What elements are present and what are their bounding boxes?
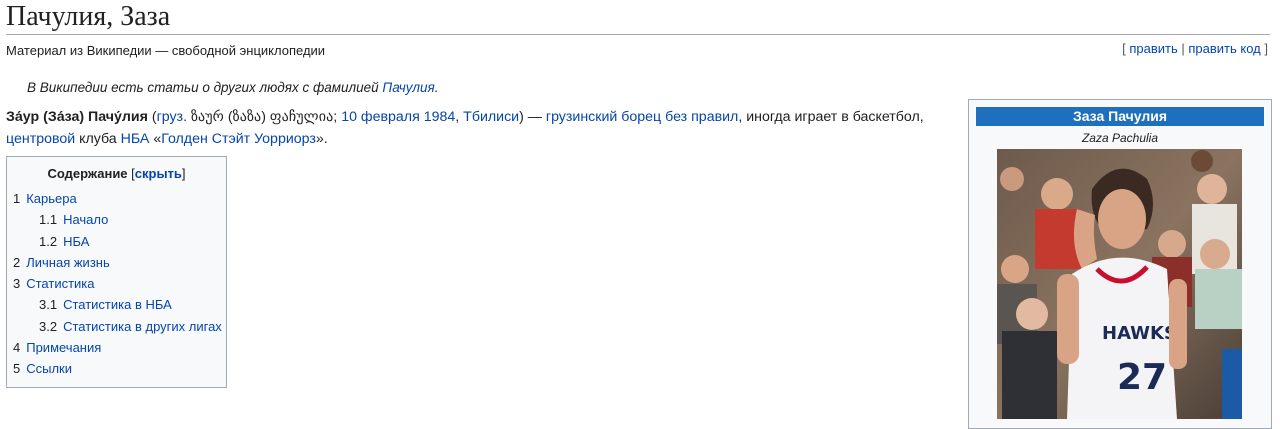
toc-item-number: 3 <box>13 276 21 292</box>
toc-item[interactable]: 1 Карьера <box>7 188 226 209</box>
table-of-contents: Содержание [скрыть] 1 Карьера 1.1 Начало 1.2… <box>6 156 227 388</box>
jersey-team-text: HAWKS <box>1102 323 1177 344</box>
league-link[interactable]: НБА <box>121 131 150 147</box>
jersey-number-text: 27 <box>1117 357 1167 398</box>
toc-item-number: 4 <box>13 340 21 356</box>
toc-item-link[interactable]: Ссылки <box>26 361 72 376</box>
hatnote-surname-link[interactable]: Пачулия <box>382 80 434 95</box>
player-photo-illustration: HAWKS 27 <box>997 149 1242 419</box>
toc-item[interactable]: 2 Личная жизнь <box>7 252 226 273</box>
toc-item-number: 5 <box>13 361 21 377</box>
site-tagline: Материал из Википедии — свободной энцикл… <box>6 43 326 58</box>
toc-title: Содержание <box>47 166 128 181</box>
toc-item-link[interactable]: Личная жизнь <box>26 255 110 270</box>
toc-header: Содержание [скрыть] <box>47 166 186 181</box>
team-link[interactable]: Голден Стэйт Уорриорз <box>161 131 316 147</box>
page-title: Пачулия, Заза <box>6 0 1270 35</box>
occupation-link[interactable]: грузинский борец без правил <box>546 109 738 125</box>
toc-item[interactable]: 3 Статистика <box>7 273 226 294</box>
player-photo[interactable]: HAWKS 27 <box>997 149 1242 419</box>
toc-item[interactable]: 1.1 Начало <box>7 209 226 230</box>
toc-item-link[interactable]: Статистика <box>26 276 94 291</box>
infobox-title: Заза Пачулия <box>976 107 1264 126</box>
toc-item-link[interactable]: Статистика в НБА <box>63 297 172 312</box>
toc-item-number: 1.1 <box>39 212 58 228</box>
toc-item[interactable]: 5 Ссылки <box>7 358 226 379</box>
lead-paragraph: За́ур (За́за) Пачу́лия (груз. ზაურ (ზაზა… <box>6 109 924 147</box>
toc-item-link[interactable]: Начало <box>63 212 108 227</box>
toc-item-number: 3.1 <box>39 297 58 313</box>
georgian-lang-link[interactable]: груз. <box>157 109 187 125</box>
toc-item-link[interactable]: Карьера <box>26 191 77 206</box>
toc-item[interactable]: 3.1 Статистика в НБА <box>7 294 226 315</box>
toc-hide-toggle[interactable]: скрыть <box>135 166 182 181</box>
edit-source-link[interactable]: править код <box>1188 41 1260 56</box>
edit-link[interactable]: править <box>1129 41 1177 56</box>
toc-item-link[interactable]: НБА <box>63 234 89 249</box>
toc-item-number: 1 <box>13 191 21 206</box>
position-link[interactable]: центровой <box>6 131 75 147</box>
subject-name: За́ур (За́за) Пачу́лия <box>6 109 148 125</box>
toc-item[interactable]: 1.2 НБА <box>7 231 226 252</box>
hatnote: В Википедии есть статьи о других людях с… <box>27 80 439 95</box>
edit-links: [ править | править код ] <box>1122 41 1268 56</box>
toc-item-number: 3.2 <box>39 318 58 334</box>
toc-item-link[interactable]: Статистика в других лигах <box>63 319 222 334</box>
birth-city-link[interactable]: Тбилиси <box>463 109 519 125</box>
birth-date-link[interactable]: 10 февраля 1984 <box>341 109 455 125</box>
toc-item-number: 2 <box>13 254 21 270</box>
toc-item[interactable]: 4 Примечания <box>7 337 226 358</box>
toc-item[interactable]: 3.2 Статистика в других лигах <box>7 316 226 337</box>
georgian-name: ზაურ (ზაზა) ფაჩულია <box>187 109 334 125</box>
infobox: Заза Пачулия Zaza Pachulia HAWKS 27 <box>968 99 1272 429</box>
toc-item-link[interactable]: Примечания <box>26 340 101 355</box>
infobox-subtitle: Zaza Pachulia <box>1081 131 1159 145</box>
toc-list: 1 Карьера 1.1 Начало 1.2 НБА 2 Личная жизнь 3 Ста… <box>7 188 226 380</box>
toc-item-number: 1.2 <box>39 233 58 249</box>
